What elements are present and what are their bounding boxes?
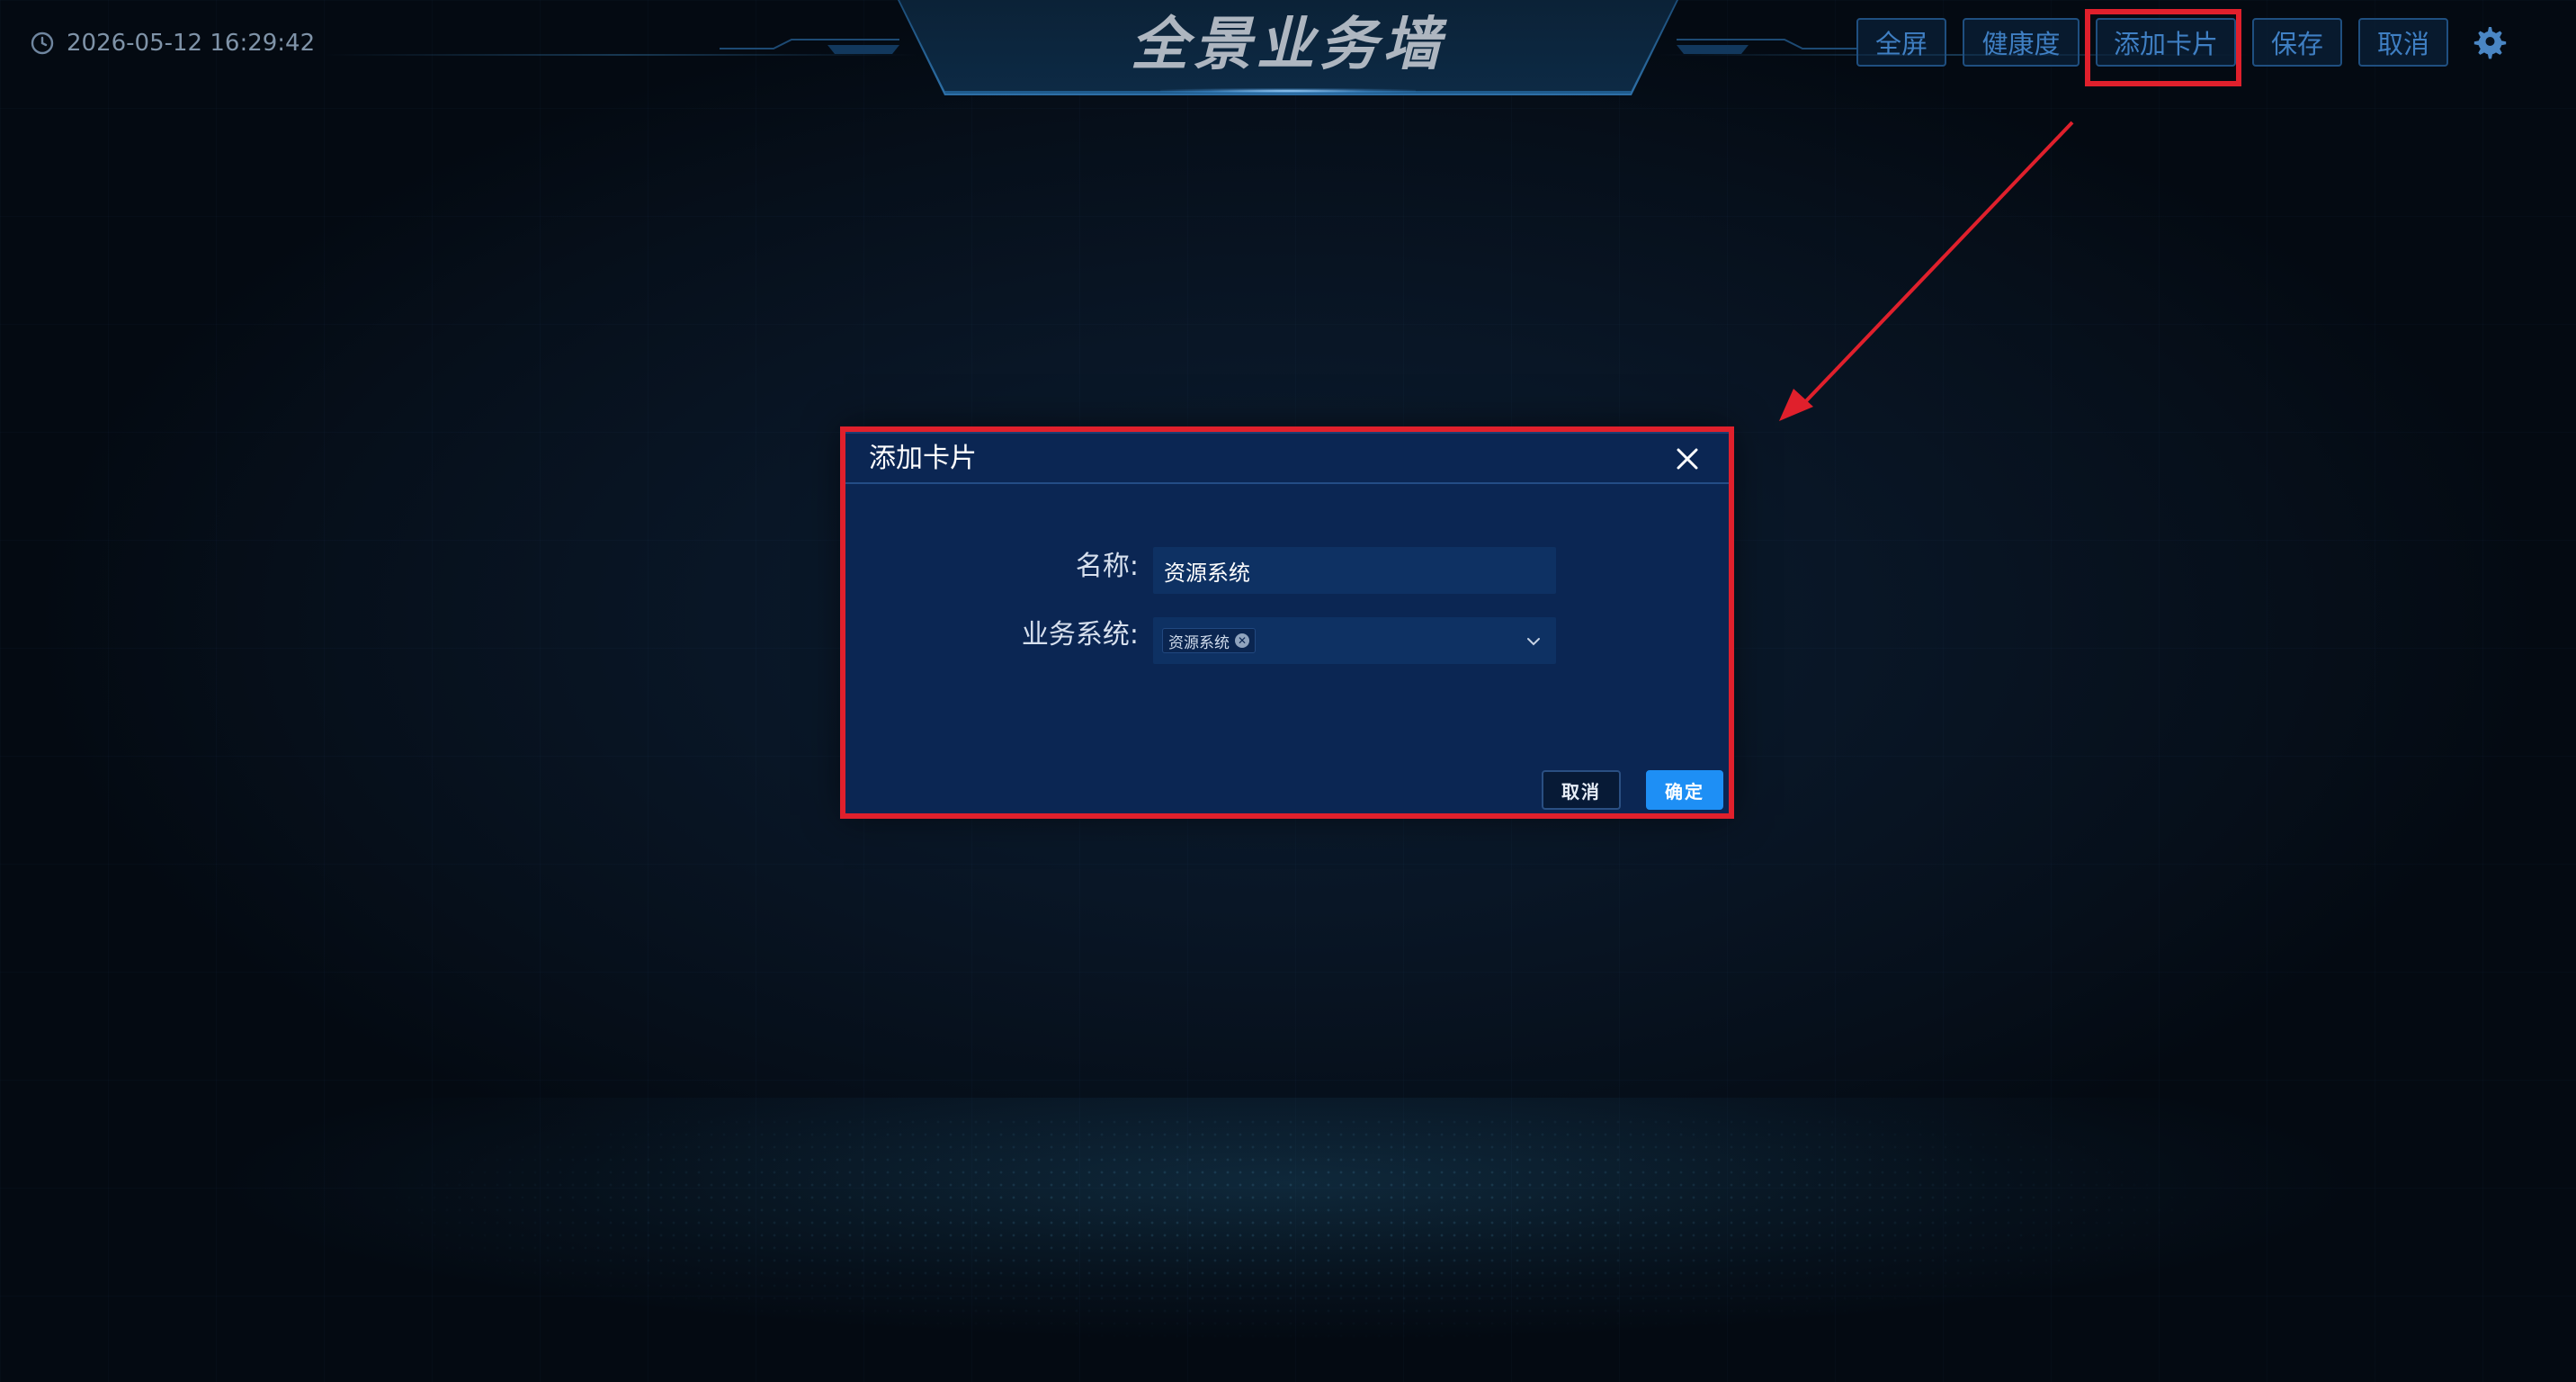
- clock-icon: [31, 31, 54, 55]
- name-label: 名称:: [1075, 551, 1139, 582]
- chevron-down-icon: [1527, 638, 1540, 646]
- gear-icon[interactable]: [2469, 22, 2509, 61]
- page-title: 全景业务墙: [1131, 12, 1445, 78]
- dialog-cancel-button[interactable]: 取消: [1542, 770, 1621, 810]
- datetime-display: 2026-05-12 16:29:42: [29, 27, 315, 59]
- header-deco-right: [1677, 39, 1856, 54]
- save-button[interactable]: 保存: [2252, 18, 2342, 67]
- business-wall-screen: 全景业务墙 2026-05-12 16:29:42 全屏 健康度 添加卡片 保存…: [0, 0, 2576, 1382]
- fullscreen-button[interactable]: 全屏: [1856, 18, 1946, 67]
- tag-remove-icon[interactable]: ✕: [1235, 633, 1249, 648]
- dialog-header: 添加卡片: [845, 434, 1729, 484]
- name-input[interactable]: [1153, 547, 1556, 594]
- cancel-button[interactable]: 取消: [2358, 18, 2448, 67]
- dialog-confirm-button[interactable]: 确定: [1646, 770, 1723, 810]
- background-dot-field: [0, 1116, 2576, 1382]
- dialog-title: 添加卡片: [869, 443, 977, 474]
- business-system-select[interactable]: 资源系统 ✕: [1153, 617, 1556, 664]
- add-card-dialog: 添加卡片 名称: 业务系统: 资源系统 ✕ 取消 确定: [844, 428, 1731, 815]
- business-system-label: 业务系统:: [1021, 619, 1139, 651]
- title-glow: [1160, 88, 1416, 94]
- health-button[interactable]: 健康度: [1963, 18, 2080, 67]
- add-card-button[interactable]: 添加卡片: [2096, 18, 2236, 67]
- datetime-text: 2026-05-12 16:29:42: [67, 30, 316, 57]
- header-deco-left: [720, 39, 899, 54]
- selected-tag: 资源系统 ✕: [1162, 628, 1256, 653]
- close-icon[interactable]: [1671, 443, 1704, 475]
- selected-tag-label: 资源系统: [1168, 633, 1230, 652]
